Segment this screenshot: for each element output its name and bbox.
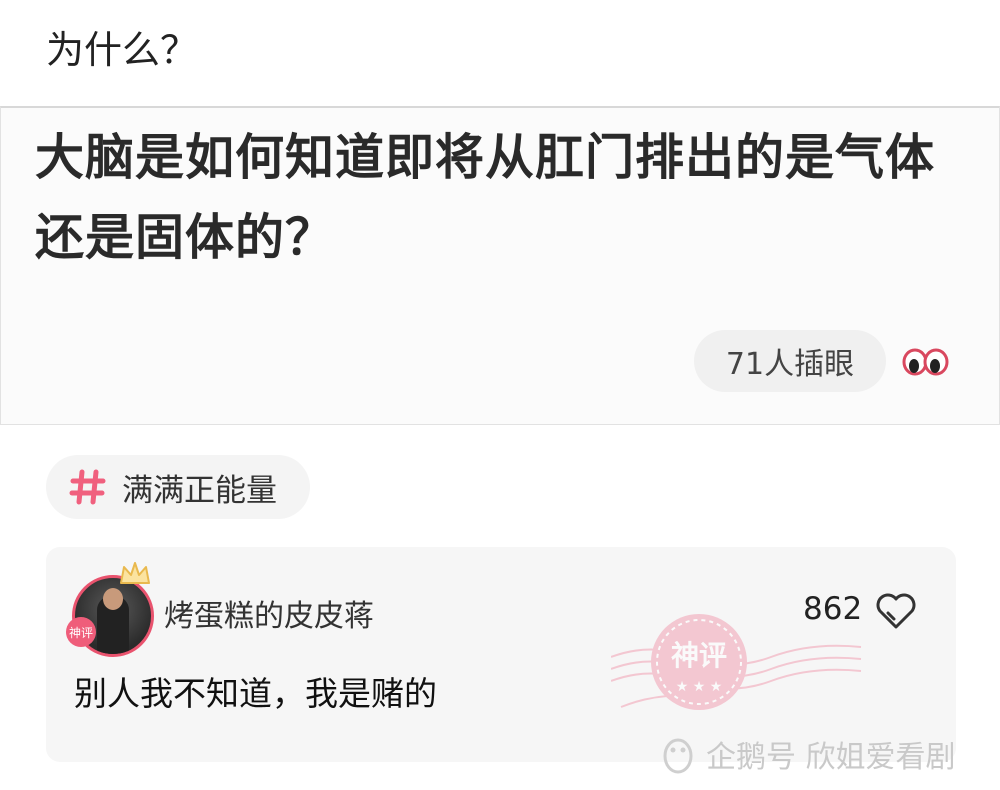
svg-text:★ ★ ★: ★ ★ ★ — [676, 679, 723, 695]
topic-tag[interactable]: 满满正能量 — [46, 455, 310, 519]
question-text: 大脑是如何知道即将从肛门排出的是气体还是固体的？ — [35, 129, 936, 266]
watch-count-label: 71人插眼 — [725, 347, 855, 382]
comment-card[interactable]: 神评 ★ ★ ★ 神评 烤蛋糕的皮皮蒋 862 别人我不知道，我是赌的 — [46, 547, 956, 762]
stamp-text: 神评 — [671, 639, 727, 672]
watermark: 企鹅号 欣姐爱看剧 — [660, 732, 956, 776]
like-count: 862 — [803, 591, 863, 627]
eyes-icon[interactable] — [899, 340, 951, 380]
like-heart-icon[interactable] — [874, 591, 918, 631]
tag-label: 满满正能量 — [122, 472, 277, 509]
avatar-badge: 神评 — [66, 617, 96, 647]
question-card[interactable]: 大脑是如何知道即将从肛门排出的是气体还是固体的？ 71人插眼 — [0, 106, 1000, 425]
watch-button[interactable]: 71人插眼 — [694, 330, 886, 392]
penguin-icon — [663, 738, 693, 774]
page-title: 为什么？ — [46, 28, 199, 72]
comment-text: 别人我不知道，我是赌的 — [74, 674, 437, 713]
crown-icon — [120, 562, 150, 584]
hash-icon — [69, 469, 106, 505]
watermark-text: 企鹅号 欣姐爱看剧 — [706, 740, 956, 775]
comment-username[interactable]: 烤蛋糕的皮皮蒋 — [164, 591, 374, 635]
avatar[interactable]: 神评 — [66, 562, 166, 665]
